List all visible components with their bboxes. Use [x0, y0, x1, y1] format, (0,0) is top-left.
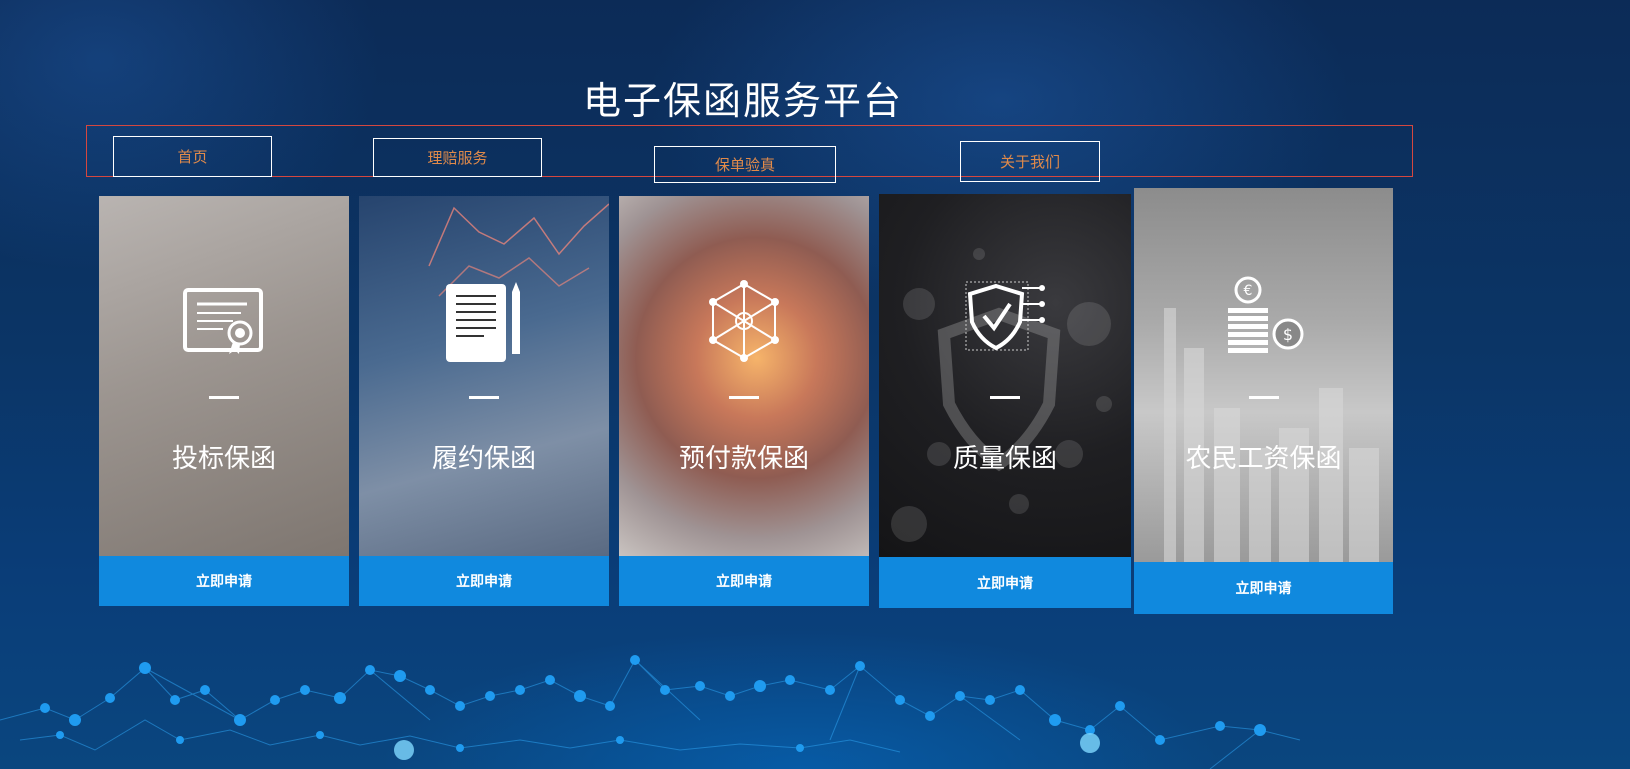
card-divider: [1248, 396, 1279, 399]
card-title: 质量保函: [952, 443, 1057, 473]
card-divider: [469, 396, 499, 399]
apply-button[interactable]: 立即申请: [879, 557, 1131, 608]
city-skyline-decoration: [1164, 308, 1379, 562]
apply-button[interactable]: 立即申请: [99, 556, 349, 606]
card-title: 投标保函: [171, 443, 276, 473]
card-migrant-wage-guarantee[interactable]: € $ 农民工资保函 立即申请: [1134, 188, 1393, 614]
certificate-icon: [183, 288, 263, 354]
card-photo: [99, 196, 349, 556]
svg-text:$: $: [1282, 325, 1292, 344]
contract-pen-icon: [446, 282, 520, 362]
card-bid-guarantee[interactable]: 投标保函 立即申请: [99, 196, 349, 606]
card-title: 农民工资保函: [1185, 443, 1342, 473]
nav-item-verify[interactable]: 保单验真: [654, 146, 836, 183]
card-advance-payment-guarantee[interactable]: 预付款保函 立即申请: [619, 196, 869, 606]
svg-text:€: €: [1243, 283, 1252, 299]
nav-item-claims[interactable]: 理赔服务: [373, 138, 542, 177]
card-divider: [209, 396, 239, 399]
bokeh-decoration: [891, 248, 1112, 542]
nav-item-home[interactable]: 首页: [113, 136, 272, 177]
network-node-icon: [709, 280, 779, 362]
apply-button[interactable]: 立即申请: [619, 556, 869, 606]
card-divider: [729, 396, 759, 399]
nav-item-about[interactable]: 关于我们: [960, 141, 1100, 182]
card-performance-guarantee[interactable]: 履约保函 立即申请: [359, 196, 609, 606]
card-title: 预付款保函: [678, 443, 809, 473]
card-quality-guarantee[interactable]: 质量保函 立即申请: [879, 194, 1131, 608]
shield-check-icon: [965, 281, 1045, 351]
card-title: 履约保函: [431, 443, 536, 473]
coins-icon: € $: [1227, 276, 1303, 353]
apply-button[interactable]: 立即申请: [1134, 562, 1393, 614]
card-divider: [990, 396, 1020, 399]
card-photo: [619, 196, 869, 556]
page-title: 电子保函服务平台: [583, 81, 904, 123]
apply-button[interactable]: 立即申请: [359, 556, 609, 606]
